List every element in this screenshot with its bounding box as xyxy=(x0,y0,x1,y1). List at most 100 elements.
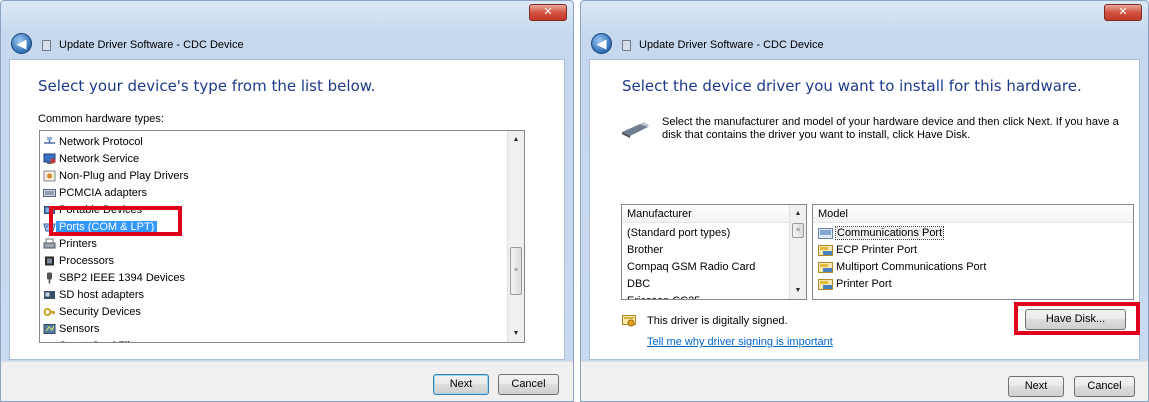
highlight-annotation-ports xyxy=(49,206,182,236)
model-item[interactable]: Communications Port xyxy=(813,225,1133,242)
window-title: Update Driver Software - CDC Device xyxy=(639,39,824,51)
manufacturer-item[interactable]: Ericsson CC25 xyxy=(622,293,806,299)
back-arrow-icon: ◀ xyxy=(596,36,607,51)
back-button[interactable]: ◀ xyxy=(11,33,32,54)
hardware-type-list[interactable]: Network Protocol Network Service Non-Plug … xyxy=(39,130,525,343)
hardware-type-item[interactable]: Network Service xyxy=(40,151,524,168)
hardware-type-item[interactable]: Security Devices xyxy=(40,304,524,321)
manufacturer-item[interactable]: Brother xyxy=(622,242,806,259)
model-label: Communications Port xyxy=(834,226,945,240)
page-heading: Select the device driver you want to ins… xyxy=(622,77,1082,95)
hardware-type-label: Non-Plug and Play Drivers xyxy=(59,170,189,182)
scroll-down-icon[interactable]: ▼ xyxy=(790,282,806,299)
hardware-type-item[interactable]: Sensors xyxy=(40,321,524,338)
network-service-icon xyxy=(43,153,56,165)
hardware-type-item[interactable]: Printers xyxy=(40,236,524,253)
scroll-thumb[interactable]: ≡ xyxy=(510,247,522,295)
printer-icon xyxy=(43,238,56,250)
next-button[interactable]: Next xyxy=(433,374,489,395)
manufacturer-item[interactable]: (Standard port types) xyxy=(622,225,806,242)
scroll-thumb[interactable]: ≡ xyxy=(792,223,804,238)
highlight-annotation-have-disk xyxy=(1014,302,1140,335)
driver-signing-link[interactable]: Tell me why driver signing is important xyxy=(647,336,833,348)
security-device-icon xyxy=(43,306,56,318)
driver-description: Select the manufacturer and model of you… xyxy=(662,116,1119,141)
close-button[interactable]: ✕ xyxy=(529,4,567,21)
list-label: Common hardware types: xyxy=(38,113,164,125)
hardware-type-item[interactable]: SBP2 IEEE 1394 Devices xyxy=(40,270,524,287)
printer-port-icon xyxy=(818,279,833,290)
title-bar: ✕ xyxy=(1,1,573,27)
dialog-content: Select the device driver you want to ins… xyxy=(589,59,1140,360)
hardware-type-item[interactable]: PCMCIA adapters xyxy=(40,185,524,202)
communications-port-icon xyxy=(818,228,833,239)
manufacturer-item[interactable]: DBC xyxy=(622,276,806,293)
processor-icon xyxy=(43,255,56,267)
sensor-icon xyxy=(43,323,56,335)
hardware-type-label: Sensors xyxy=(59,323,100,335)
scroll-up-icon[interactable]: ▲ xyxy=(790,205,806,222)
window-title: Update Driver Software - CDC Device xyxy=(59,39,244,51)
manufacturer-list[interactable]: Manufacturer (Standard port types) Brothe… xyxy=(621,204,807,300)
model-header: Model xyxy=(813,205,1133,223)
manufacturer-label: Ericsson CC25 xyxy=(627,295,700,299)
right-dialog-window: ✕ ◀ Update Driver Software - CDC Device … xyxy=(580,0,1149,402)
close-icon: ✕ xyxy=(543,6,553,18)
hardware-type-item[interactable]: Network Protocol xyxy=(40,134,524,151)
model-label: Printer Port xyxy=(836,278,892,290)
manufacturer-label: (Standard port types) xyxy=(627,227,731,239)
sbp2-device-icon xyxy=(43,272,56,284)
hardware-type-label: Network Service xyxy=(59,153,140,165)
non-pnp-driver-icon xyxy=(43,170,56,182)
model-item[interactable]: Printer Port xyxy=(813,276,1133,293)
left-dialog-window: ✕ ◀ Update Driver Software - CDC Device … xyxy=(0,0,574,402)
cancel-button[interactable]: Cancel xyxy=(498,374,559,395)
device-icon xyxy=(622,40,631,51)
scroll-up-icon[interactable]: ▲ xyxy=(508,131,524,148)
hardware-type-label: Processors xyxy=(59,255,115,267)
hardware-type-label: Network Protocol xyxy=(59,136,143,148)
hardware-type-item[interactable]: Processors xyxy=(40,253,524,270)
hardware-type-label: PCMCIA adapters xyxy=(59,187,148,199)
close-icon: ✕ xyxy=(1118,6,1128,18)
sd-adapter-icon xyxy=(43,289,56,301)
hardware-type-label: Smart Card Filters xyxy=(59,340,148,342)
driver-disk-icon xyxy=(622,122,649,138)
page-heading: Select your device's type from the list … xyxy=(38,77,376,95)
next-button[interactable]: Next xyxy=(1008,376,1064,397)
hardware-type-item[interactable]: Non-Plug and Play Drivers xyxy=(40,168,524,185)
manufacturer-header: Manufacturer xyxy=(622,205,806,223)
hardware-type-label: SBP2 IEEE 1394 Devices xyxy=(59,272,185,284)
nav-bar: ◀ Update Driver Software - CDC Device xyxy=(1,27,573,59)
dialog-footer: Next Cancel xyxy=(1,361,573,401)
network-protocol-icon xyxy=(43,136,56,148)
hardware-type-item[interactable]: Smart Card Filters xyxy=(40,338,524,342)
model-label: Multiport Communications Port xyxy=(836,261,987,273)
manufacturer-item[interactable]: Compaq GSM Radio Card xyxy=(622,259,806,276)
model-item[interactable]: ECP Printer Port xyxy=(813,242,1133,259)
back-button[interactable]: ◀ xyxy=(591,33,612,54)
pcmcia-adapter-icon xyxy=(43,187,56,199)
hardware-type-item[interactable]: SD host adapters xyxy=(40,287,524,304)
nav-bar: ◀ Update Driver Software - CDC Device xyxy=(581,27,1148,59)
hardware-type-label: SD host adapters xyxy=(59,289,144,301)
model-item[interactable]: Multiport Communications Port xyxy=(813,259,1133,276)
signed-driver-icon xyxy=(622,315,636,327)
vertical-scrollbar[interactable]: ▲ ≡ ▼ xyxy=(507,131,524,342)
title-bar: ✕ xyxy=(581,1,1148,27)
manufacturer-scrollbar[interactable]: ▲ ≡ ▼ xyxy=(789,205,806,299)
printer-port-icon xyxy=(818,245,833,256)
hardware-type-label: Security Devices xyxy=(59,306,141,318)
manufacturer-label: Compaq GSM Radio Card xyxy=(627,261,756,273)
model-list[interactable]: Model Communications Port ECP Printer Por… xyxy=(812,204,1134,300)
dialog-footer: Next Cancel xyxy=(581,361,1148,401)
printer-port-icon xyxy=(818,262,833,273)
close-button[interactable]: ✕ xyxy=(1104,4,1142,21)
hardware-type-label: Printers xyxy=(59,238,97,250)
signed-status-text: This driver is digitally signed. xyxy=(647,315,788,327)
back-arrow-icon: ◀ xyxy=(16,36,27,51)
smart-card-icon xyxy=(43,340,56,342)
cancel-button[interactable]: Cancel xyxy=(1074,376,1135,397)
scroll-down-icon[interactable]: ▼ xyxy=(508,325,524,342)
manufacturer-label: Brother xyxy=(627,244,664,256)
